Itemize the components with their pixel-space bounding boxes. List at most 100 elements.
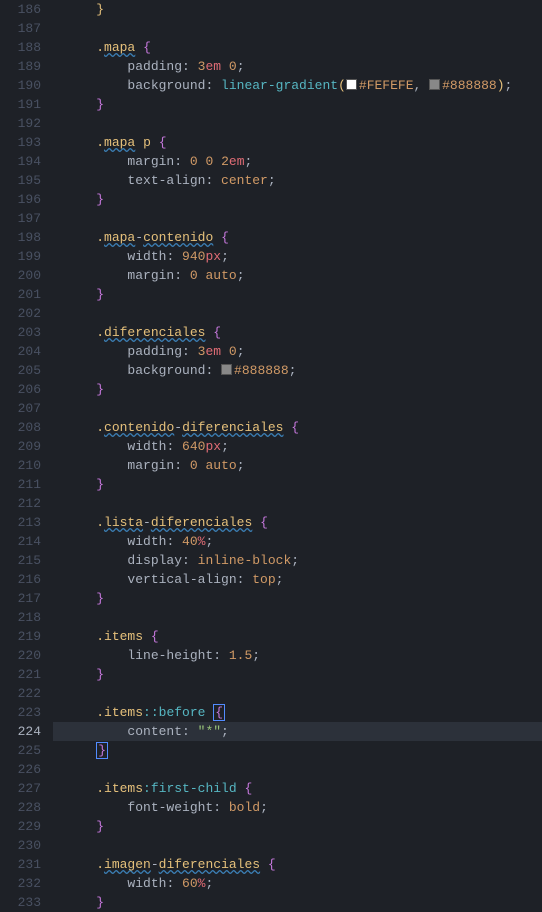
token: items: [104, 629, 143, 644]
code-line[interactable]: vertical-align: top;: [65, 570, 542, 589]
token: margin: [127, 268, 174, 283]
token: 2: [221, 154, 229, 169]
token: imagen: [104, 857, 151, 872]
token: 60: [182, 876, 198, 891]
code-line[interactable]: }: [65, 741, 542, 760]
token: :: [166, 249, 182, 264]
token: :: [174, 458, 190, 473]
code-line[interactable]: [65, 209, 542, 228]
code-line[interactable]: }: [65, 475, 542, 494]
code-line[interactable]: }: [65, 589, 542, 608]
code-line[interactable]: width: 40%;: [65, 532, 542, 551]
line-number: 209: [0, 437, 41, 456]
token: }: [96, 477, 104, 492]
line-number: 196: [0, 190, 41, 209]
code-line[interactable]: }: [65, 380, 542, 399]
line-number: 195: [0, 171, 41, 190]
line-number: 200: [0, 266, 41, 285]
code-line[interactable]: [65, 836, 542, 855]
token: :: [205, 363, 221, 378]
code-line[interactable]: margin: 0 0 2em;: [65, 152, 542, 171]
code-line[interactable]: text-align: center;: [65, 171, 542, 190]
line-number: 198: [0, 228, 41, 247]
token: items: [104, 781, 143, 796]
line-number: 202: [0, 304, 41, 323]
token: [151, 135, 159, 150]
token: :: [166, 439, 182, 454]
code-line[interactable]: [65, 114, 542, 133]
token: width: [127, 439, 166, 454]
line-number: 199: [0, 247, 41, 266]
token: {: [213, 704, 225, 721]
token: {: [159, 135, 167, 150]
code-line[interactable]: background: #888888;: [65, 361, 542, 380]
code-line[interactable]: .imagen-diferenciales {: [65, 855, 542, 874]
token: [135, 135, 143, 150]
code-line[interactable]: line-height: 1.5;: [65, 646, 542, 665]
code-line[interactable]: [65, 19, 542, 38]
token: -: [135, 230, 143, 245]
code-line[interactable]: .items::before {: [65, 703, 542, 722]
code-line[interactable]: }: [65, 190, 542, 209]
code-line[interactable]: background: linear-gradient(#FEFEFE, #88…: [65, 76, 542, 95]
code-line[interactable]: .lista-diferenciales {: [65, 513, 542, 532]
code-line[interactable]: }: [65, 95, 542, 114]
color-swatch: [221, 364, 232, 375]
token: margin: [127, 458, 174, 473]
code-line[interactable]: [65, 760, 542, 779]
token: {: [151, 629, 159, 644]
token: ;: [205, 534, 213, 549]
code-line[interactable]: width: 940px;: [65, 247, 542, 266]
code-line[interactable]: padding: 3em 0;: [65, 342, 542, 361]
code-line[interactable]: }: [65, 0, 542, 19]
code-line[interactable]: }: [65, 817, 542, 836]
code-line[interactable]: content: "*";: [53, 722, 542, 741]
code-line[interactable]: .mapa {: [65, 38, 542, 57]
code-line[interactable]: .items {: [65, 627, 542, 646]
token: }: [96, 97, 104, 112]
token: 940: [182, 249, 205, 264]
code-line[interactable]: [65, 684, 542, 703]
code-line[interactable]: [65, 304, 542, 323]
token: "*": [198, 724, 221, 739]
code-line[interactable]: width: 640px;: [65, 437, 542, 456]
code-line[interactable]: font-weight: bold;: [65, 798, 542, 817]
code-line[interactable]: [65, 608, 542, 627]
code-line[interactable]: .mapa p {: [65, 133, 542, 152]
token: }: [96, 2, 104, 17]
code-line[interactable]: margin: 0 auto;: [65, 266, 542, 285]
code-line[interactable]: }: [65, 285, 542, 304]
line-number: 221: [0, 665, 41, 684]
code-line[interactable]: [65, 399, 542, 418]
code-line[interactable]: .items:first-child {: [65, 779, 542, 798]
code-editor[interactable]: 1861871881891901911921931941951961971981…: [0, 0, 542, 903]
token: center: [221, 173, 268, 188]
code-line[interactable]: [65, 494, 542, 513]
code-line[interactable]: .contenido-diferenciales {: [65, 418, 542, 437]
code-line[interactable]: display: inline-block;: [65, 551, 542, 570]
token: linear-gradient: [221, 78, 338, 93]
code-area[interactable]: } .mapa { padding: 3em 0; background: li…: [53, 0, 542, 903]
code-line[interactable]: width: 60%;: [65, 874, 542, 893]
token: 40: [182, 534, 198, 549]
token: }: [96, 742, 108, 759]
line-number: 214: [0, 532, 41, 551]
code-line[interactable]: margin: 0 auto;: [65, 456, 542, 475]
token: content: [127, 724, 182, 739]
token: #888888: [442, 78, 497, 93]
code-line[interactable]: .diferenciales {: [65, 323, 542, 342]
code-line[interactable]: .mapa-contenido {: [65, 228, 542, 247]
token: }: [96, 192, 104, 207]
token: :: [182, 724, 198, 739]
line-number: 229: [0, 817, 41, 836]
code-line[interactable]: padding: 3em 0;: [65, 57, 542, 76]
token: #888888: [234, 363, 289, 378]
token: -: [151, 857, 159, 872]
line-number: 226: [0, 760, 41, 779]
token: em: [229, 154, 245, 169]
line-number: 212: [0, 494, 41, 513]
token: background: [127, 363, 205, 378]
token: inline-block: [198, 553, 292, 568]
code-line[interactable]: }: [65, 665, 542, 684]
token: ;: [237, 59, 245, 74]
